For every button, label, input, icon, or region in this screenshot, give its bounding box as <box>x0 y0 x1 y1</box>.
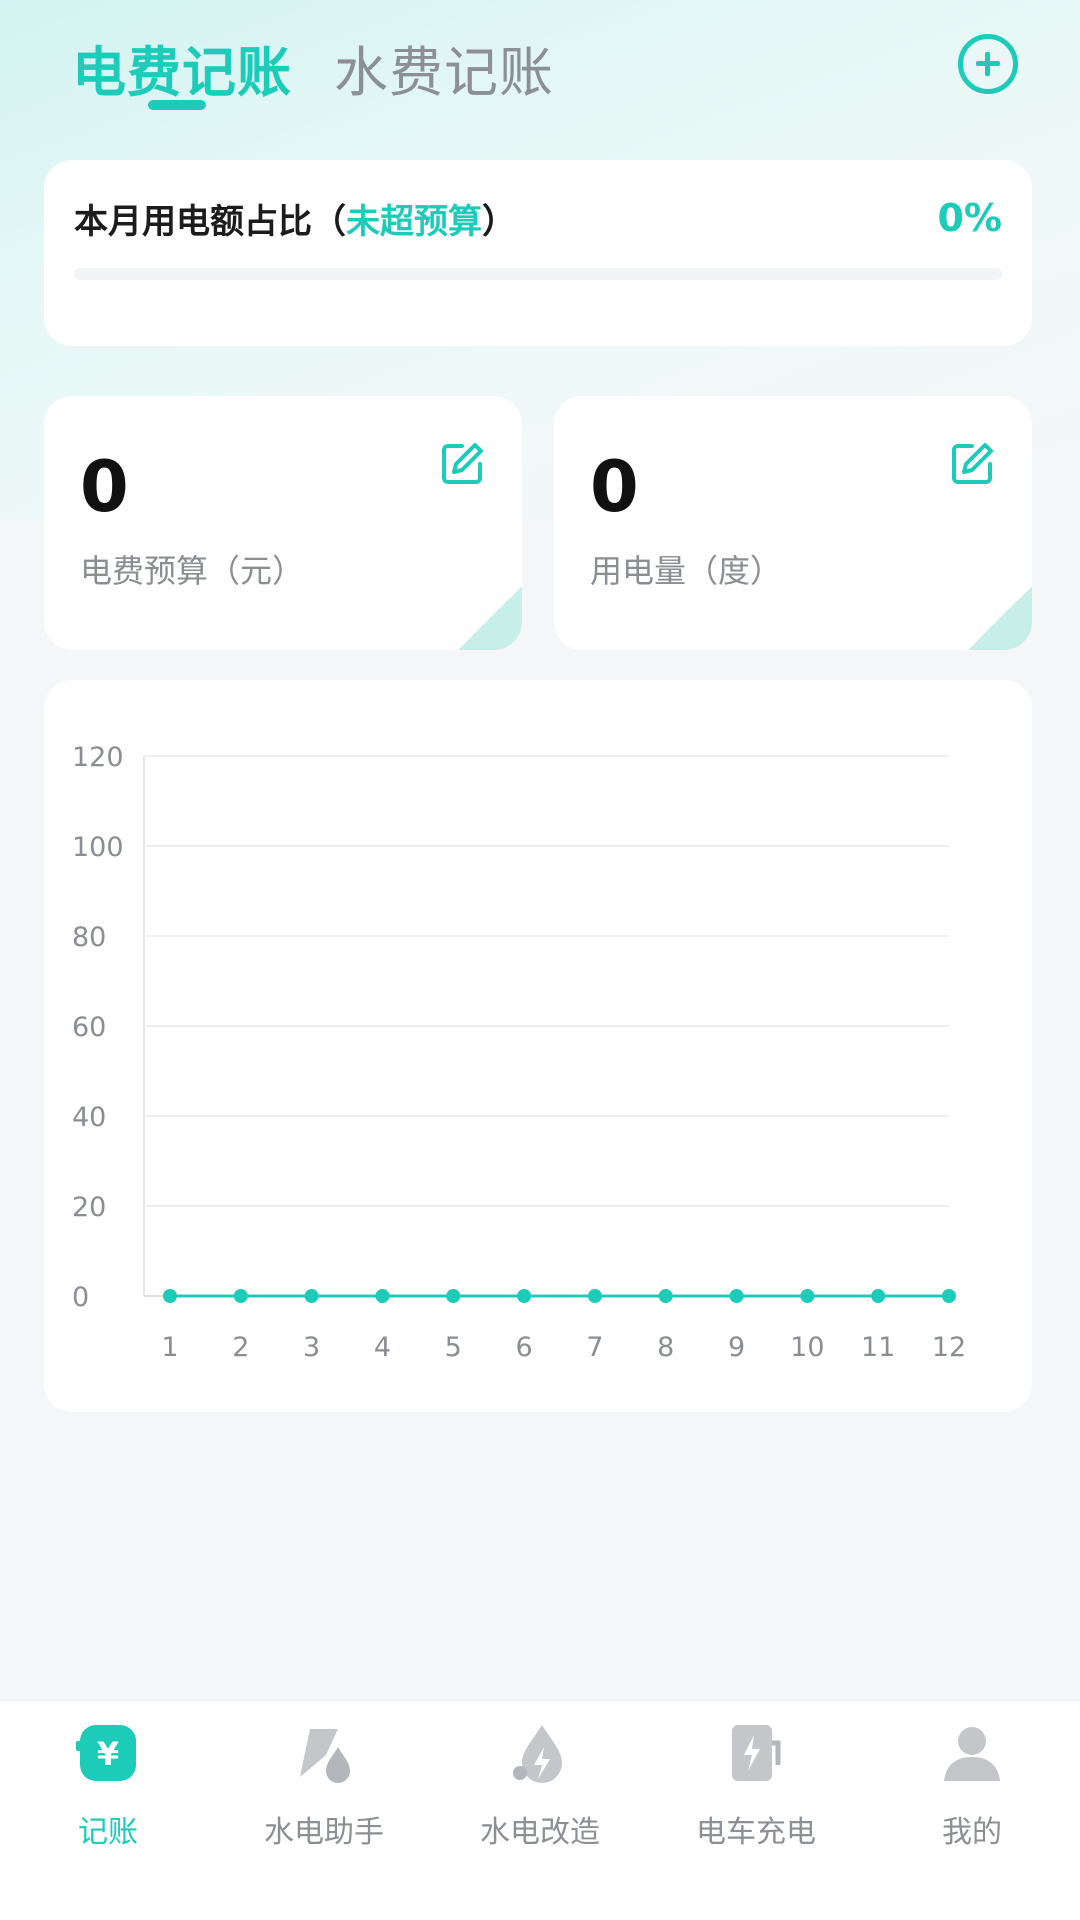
data-point <box>942 1289 956 1303</box>
budget-value: 0 <box>80 446 129 528</box>
x-tick-label: 7 <box>586 1332 603 1363</box>
y-tick-label: 100 <box>72 832 124 863</box>
budget-title-prefix: 本月用电额占比（ <box>74 202 346 242</box>
usage-stat-card: 0 用电量（度） <box>554 396 1032 650</box>
active-tab-indicator <box>148 100 206 110</box>
corner-fold-decoration <box>968 586 1032 650</box>
yen-wallet-icon: ¥ <box>76 1725 136 1781</box>
data-point <box>800 1289 815 1303</box>
nav-label: 电车充电 <box>696 1815 816 1850</box>
usage-chart-card: 0 20 40 60 80 100 120 1 2 3 4 5 6 7 8 9 10 11 12 <box>44 680 1032 1412</box>
data-point <box>233 1289 248 1303</box>
y-tick-label: 60 <box>72 1012 106 1043</box>
budget-percent: 0% <box>937 196 1002 240</box>
edit-icon[interactable] <box>438 440 486 488</box>
budget-status: 未超预算 <box>346 202 482 242</box>
monthly-budget-card: 本月用电额占比（未超预算） 0% <box>44 160 1032 346</box>
y-tick-label: 0 <box>72 1282 89 1313</box>
x-tick-label: 4 <box>374 1332 391 1363</box>
data-point <box>517 1289 532 1303</box>
x-tick-label: 8 <box>657 1332 674 1363</box>
usage-label: 用电量（度） <box>590 552 783 590</box>
data-point <box>587 1289 602 1303</box>
x-tick-label: 1 <box>161 1332 178 1363</box>
data-point <box>163 1289 177 1303</box>
y-tick-label: 40 <box>72 1102 106 1133</box>
budget-title: 本月用电额占比（未超预算） <box>74 194 516 243</box>
y-tick-label: 80 <box>72 922 106 953</box>
budget-title-suffix: ） <box>482 202 516 242</box>
usage-line-chart: 0204060801001201 2 3 4 5 6 7 8 9 10 11 12 <box>72 742 966 1363</box>
budget-stat-card: 0 电费预算（元） <box>44 396 522 650</box>
bottom-navigation: ¥ 记账 水电助手 水电改造 电车充电 我的 <box>0 1700 1080 1920</box>
svg-text:¥: ¥ <box>97 1735 119 1773</box>
x-tick-label: 10 <box>790 1332 824 1363</box>
data-point <box>375 1289 390 1303</box>
data-point <box>304 1289 319 1303</box>
x-tick-label: 12 <box>932 1332 966 1363</box>
x-tick-label: 2 <box>232 1332 249 1363</box>
nav-label: 我的 <box>942 1815 1002 1850</box>
corner-fold-decoration <box>458 586 522 650</box>
x-tick-label: 5 <box>445 1332 462 1363</box>
nav-label: 水电助手 <box>264 1815 384 1850</box>
nav-item-bookkeeping[interactable]: ¥ 记账 <box>0 1721 216 1861</box>
user-icon <box>944 1727 1000 1781</box>
y-tick-label: 120 <box>72 742 124 773</box>
nav-item-water-electric-assistant[interactable]: 水电助手 <box>216 1721 432 1861</box>
x-tick-label: 9 <box>728 1332 745 1363</box>
x-tick-label: 11 <box>861 1332 895 1363</box>
budget-progress-bar <box>74 268 1002 280</box>
budget-label: 电费预算（元） <box>80 552 305 590</box>
nav-item-renovation[interactable]: 水电改造 <box>432 1721 648 1861</box>
plus-circle-icon[interactable] <box>958 34 1018 94</box>
nav-label: 水电改造 <box>480 1815 600 1850</box>
y-tick-label: 20 <box>72 1192 106 1223</box>
ev-charging-icon <box>732 1725 781 1781</box>
header: 电费记账 水费记账 <box>0 0 1080 140</box>
water-drop-bolt-icon <box>513 1725 562 1783</box>
data-point <box>871 1289 886 1303</box>
tab-water-bookkeeping[interactable]: 水费记账 <box>334 28 554 107</box>
data-point <box>446 1289 461 1303</box>
data-point <box>658 1289 673 1303</box>
nav-item-mine[interactable]: 我的 <box>864 1721 1080 1861</box>
x-tick-label: 3 <box>303 1332 320 1363</box>
water-electric-assistant-icon <box>300 1729 350 1783</box>
usage-value: 0 <box>590 446 639 528</box>
edit-icon[interactable] <box>948 440 996 488</box>
nav-label: 记账 <box>78 1815 138 1850</box>
tab-electricity-bookkeeping[interactable]: 电费记账 <box>72 28 292 107</box>
data-point <box>729 1289 744 1303</box>
x-tick-label: 6 <box>515 1332 532 1363</box>
nav-item-ev-charging[interactable]: 电车充电 <box>648 1721 864 1861</box>
